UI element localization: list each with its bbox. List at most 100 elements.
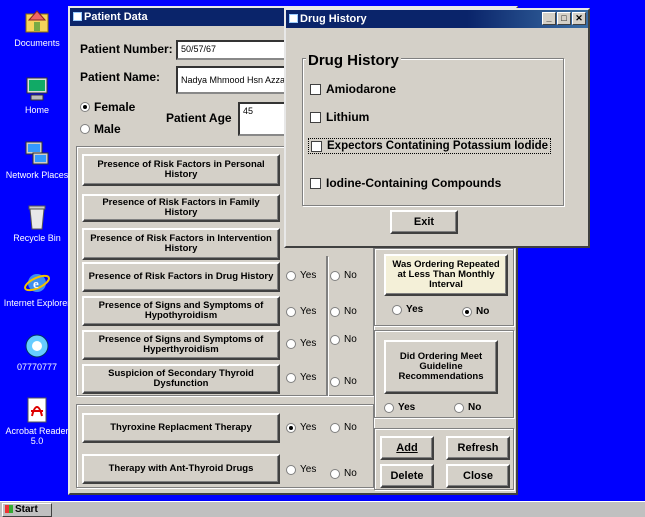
secondary-dysfunction-button[interactable]: Suspicion of Secondary Thyroid Dysfuncti…: [82, 364, 280, 394]
drug-history-no-radio[interactable]: No: [330, 270, 357, 281]
desktop-icon-documents[interactable]: Documents: [2, 8, 72, 48]
ordering-guideline-no-radio[interactable]: No: [454, 402, 481, 413]
yes-label: Yes: [300, 372, 317, 383]
taskbar: Start: [0, 501, 645, 517]
hyperthyroid-yes-radio[interactable]: Yes: [286, 338, 316, 349]
patient-age-field[interactable]: 45: [238, 102, 288, 136]
no-label: No: [344, 468, 357, 479]
checkbox-box: [310, 177, 321, 189]
patient-name-label: Patient Name:: [80, 70, 161, 84]
minimize-button[interactable]: _: [542, 12, 556, 25]
anti-thyroid-yes-radio[interactable]: Yes: [286, 464, 316, 475]
thyroxine-no-radio[interactable]: No: [330, 422, 357, 433]
radio-female[interactable]: Female: [80, 100, 135, 114]
radio-male[interactable]: Male: [80, 122, 121, 136]
checkbox-label: Amiodarone: [326, 82, 397, 96]
radio-dot: [454, 402, 464, 413]
exit-button[interactable]: Exit: [390, 210, 458, 234]
radio-dot: [330, 422, 340, 433]
ordering-guideline-yes-radio[interactable]: Yes: [384, 402, 415, 413]
drug-history-yes-radio[interactable]: Yes: [286, 270, 316, 281]
desktop-icon-acrobat[interactable]: Acrobat Reader 5.0: [2, 396, 72, 446]
window-title: Drug History: [300, 13, 367, 25]
window-title: Patient Data: [84, 11, 148, 23]
risk-personal-history-button[interactable]: Presence of Risk Factors in Personal His…: [82, 154, 280, 186]
desktop-icon-network[interactable]: Network Places: [2, 140, 72, 180]
drug-history-titlebar[interactable]: Drug History _ □ ✕: [286, 10, 588, 28]
yes-label: Yes: [300, 422, 317, 433]
add-button[interactable]: Add: [380, 436, 434, 460]
hypothyroid-yes-radio[interactable]: Yes: [286, 306, 316, 317]
hypothyroidism-button[interactable]: Presence of Signs and Symptoms of Hypoth…: [82, 296, 280, 326]
window-icon: [289, 14, 298, 23]
patient-number-field[interactable]: 50/57/67: [176, 40, 288, 60]
window-icon: [73, 12, 82, 21]
radio-dot-selected: [462, 306, 472, 317]
desktop-icon-label: Internet Explorer: [3, 298, 71, 308]
network-icon: [23, 140, 51, 168]
yes-label: Yes: [300, 306, 317, 317]
ordering-repeated-yes-radio[interactable]: Yes: [392, 304, 423, 315]
radio-dot: [330, 376, 340, 387]
start-button[interactable]: Start: [2, 503, 52, 517]
checkbox-label: Expectors Contatining Potassium Iodide: [327, 140, 549, 152]
patient-number-label: Patient Number:: [80, 42, 173, 56]
yes-column-divider: [326, 256, 328, 396]
drug-history-heading: Drug History: [306, 52, 401, 69]
hyperthyroidism-button[interactable]: Presence of Signs and Symptoms of Hypert…: [82, 330, 280, 360]
thyroxine-therapy-button[interactable]: Thyroxine Replacment Therapy: [82, 413, 280, 443]
acrobat-reader-icon: [23, 396, 51, 424]
desktop-icon-internet-explorer[interactable]: e Internet Explorer: [2, 268, 72, 308]
radio-dot: [330, 306, 340, 317]
radio-dot: [330, 468, 340, 479]
ordering-repeated-button[interactable]: Was Ordering Repeated at Less Than Month…: [384, 254, 508, 296]
hypothyroid-no-radio[interactable]: No: [330, 306, 357, 317]
desktop-icon-label: 07770777: [16, 362, 58, 372]
checkbox-box: [310, 111, 321, 123]
drug-history-window: Drug History _ □ ✕ Drug History Amiodaro…: [284, 8, 590, 248]
radio-dot: [286, 306, 296, 317]
anti-thyroid-no-radio[interactable]: No: [330, 468, 357, 479]
desktop-icon-home[interactable]: Home: [2, 75, 72, 115]
recycle-bin-icon: [23, 203, 51, 231]
maximize-button[interactable]: □: [557, 12, 571, 25]
no-label: No: [344, 270, 357, 281]
radio-dot: [286, 270, 296, 281]
risk-family-history-button[interactable]: Presence of Risk Factors in Family Histo…: [82, 194, 280, 222]
patient-name-field[interactable]: Nadya Mhmood Hsn Azzaz: [176, 66, 288, 94]
ordering-guideline-button[interactable]: Did Ordering Meet Guideline Recommendati…: [384, 340, 498, 394]
refresh-button[interactable]: Refresh: [446, 436, 510, 460]
secondary-no-radio[interactable]: No: [330, 376, 357, 387]
thyroxine-yes-radio[interactable]: Yes: [286, 422, 316, 433]
male-label: Male: [94, 122, 121, 136]
radio-dot: [330, 270, 340, 281]
potassium-iodide-checkbox[interactable]: Expectors Contatining Potassium Iodide: [308, 138, 552, 154]
anti-thyroid-therapy-button[interactable]: Therapy with Ant-Thyroid Drugs: [82, 454, 280, 484]
hyperthyroid-no-radio[interactable]: No: [330, 334, 357, 345]
desktop-icon-label: Recycle Bin: [13, 233, 61, 243]
app-icon: [23, 332, 51, 360]
yes-label: Yes: [406, 304, 424, 315]
radio-dot: [392, 304, 402, 315]
internet-explorer-icon: e: [23, 268, 51, 296]
radio-dot: [384, 402, 394, 413]
close-button[interactable]: Close: [446, 464, 510, 488]
iodine-compounds-checkbox[interactable]: Iodine-Containing Compounds: [310, 176, 501, 190]
no-label: No: [476, 306, 490, 317]
amiodarone-checkbox[interactable]: Amiodarone: [310, 82, 396, 96]
radio-dot: [330, 334, 340, 345]
lithium-checkbox[interactable]: Lithium: [310, 110, 369, 124]
window-close-button[interactable]: ✕: [572, 12, 586, 25]
desktop-icon-07770777[interactable]: 07770777: [2, 332, 72, 372]
secondary-yes-radio[interactable]: Yes: [286, 372, 316, 383]
desktop-icon-recycle-bin[interactable]: Recycle Bin: [2, 203, 72, 243]
risk-drug-history-button[interactable]: Presence of Risk Factors in Drug History: [82, 262, 280, 292]
desktop-icon-label: Documents: [14, 38, 60, 48]
risk-intervention-history-button[interactable]: Presence of Risk Factors in Intervention…: [82, 228, 280, 260]
checkbox-box: [311, 140, 322, 152]
delete-button[interactable]: Delete: [380, 464, 434, 488]
yes-label: Yes: [300, 338, 317, 349]
ordering-repeated-no-radio[interactable]: No: [462, 306, 489, 317]
no-label: No: [344, 306, 357, 317]
yes-label: Yes: [300, 464, 317, 475]
